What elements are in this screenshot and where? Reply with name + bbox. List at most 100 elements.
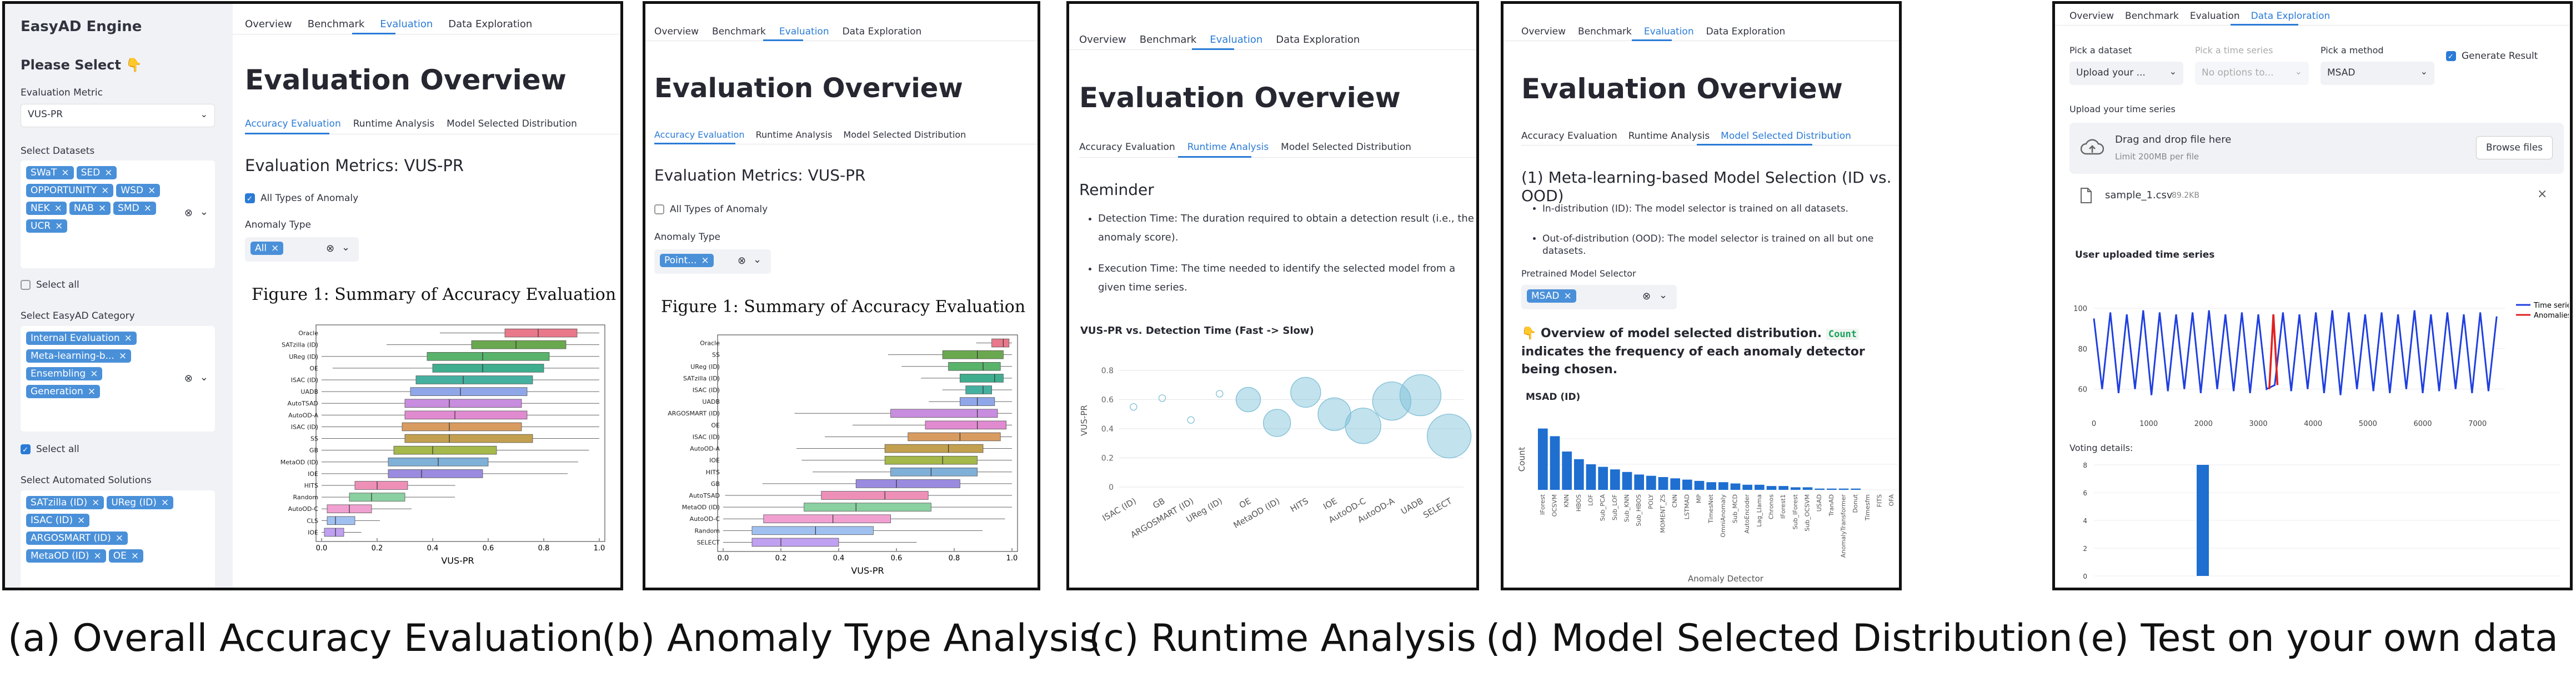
close-icon[interactable]: × (148, 185, 156, 196)
close-icon[interactable]: × (55, 220, 63, 232)
close-icon[interactable]: × (144, 203, 152, 214)
chip[interactable]: Meta-learning-b... × (26, 349, 132, 363)
dataset-select[interactable]: Upload your ... ⌄ (2069, 62, 2183, 85)
chip[interactable]: UCR × (26, 219, 68, 233)
chip[interactable]: NAB × (69, 202, 111, 215)
close-icon[interactable]: × (61, 167, 69, 178)
nav-item-overview[interactable]: Overview (654, 26, 699, 37)
chevron-down-icon[interactable]: ⌄ (342, 242, 350, 253)
chip[interactable]: All × (250, 242, 284, 255)
close-icon[interactable]: × (93, 550, 101, 561)
close-icon[interactable]: × (271, 243, 279, 254)
file-dropzone[interactable]: Drag and drop file here Limit 200MB per … (2069, 123, 2564, 174)
nav-item-evaluation[interactable]: Evaluation (1210, 34, 1262, 46)
nav-item-overview[interactable]: Overview (245, 18, 292, 30)
close-icon[interactable]: × (54, 203, 62, 214)
checkbox[interactable] (654, 204, 664, 214)
chip[interactable]: OPPORTUNITY × (26, 184, 114, 197)
close-icon[interactable]: × (104, 167, 112, 178)
checkbox-checked[interactable] (21, 444, 31, 454)
chip[interactable]: SED × (76, 166, 117, 179)
chip[interactable]: WSD × (116, 184, 161, 197)
close-icon[interactable]: × (88, 386, 96, 397)
chip[interactable]: UReg (ID) × (107, 496, 174, 509)
close-icon[interactable]: × (101, 185, 109, 196)
clear-icon[interactable]: ⊗ (738, 255, 746, 267)
solutions-multiselect[interactable]: SATzilla (ID) × UReg (ID) ×ISAC (ID) ×ARGOSM… (21, 490, 215, 588)
nav-item-evaluation[interactable]: Evaluation (779, 26, 829, 37)
close-icon[interactable]: × (116, 533, 123, 544)
tab-model-selected-distribution[interactable]: Model Selected Distribution (843, 129, 966, 140)
nav-item-data-exploration[interactable]: Data Exploration (1276, 34, 1360, 46)
chevron-down-icon[interactable]: ⌄ (753, 254, 761, 265)
chip[interactable]: Generation × (26, 385, 101, 398)
time-series-select[interactable]: No options to... ⌄ (2195, 62, 2309, 85)
chip[interactable]: OE × (108, 549, 144, 563)
nav-item-data-exploration[interactable]: Data Exploration (1706, 26, 1786, 37)
nav-item-data-exploration[interactable]: Data Exploration (2251, 11, 2331, 22)
chip[interactable]: SWaT × (26, 166, 74, 179)
generate-result-checkbox[interactable]: Generate Result (2446, 51, 2538, 62)
browse-files-button[interactable]: Browse files (2476, 136, 2553, 159)
chip[interactable]: ISAC (ID) × (26, 514, 90, 527)
close-icon[interactable]: × (161, 497, 169, 508)
tab-accuracy-evaluation[interactable]: Accuracy Evaluation (1079, 142, 1175, 153)
nav-item-benchmark[interactable]: Benchmark (308, 18, 365, 30)
tab-runtime-analysis[interactable]: Runtime Analysis (1187, 142, 1269, 153)
clear-icon[interactable]: ⊗ (1642, 290, 1651, 302)
close-icon[interactable]: × (1564, 290, 1572, 302)
nav-item-overview[interactable]: Overview (1521, 26, 1566, 37)
chip[interactable]: MSAD × (1527, 289, 1576, 303)
category-multiselect[interactable]: Internal Evaluation × Meta-learning-b... × E… (21, 326, 215, 432)
close-icon[interactable]: × (131, 550, 139, 561)
close-icon[interactable]: × (77, 515, 85, 526)
datasets-multiselect[interactable]: SWaT × SED × OPPORTUNITY × WSD × NEK × NAB × SMD × UCR… (21, 161, 215, 268)
checkbox[interactable] (21, 280, 31, 290)
close-icon[interactable]: × (90, 368, 98, 379)
checkbox-checked[interactable] (245, 193, 255, 203)
tab-runtime-analysis[interactable]: Runtime Analysis (353, 118, 434, 129)
model-selector-select[interactable]: MSAD × ⊗ ⌄ (1521, 285, 1677, 309)
chevron-down-icon[interactable]: ⌄ (200, 206, 208, 218)
method-select[interactable]: MSAD ⌄ (2321, 62, 2434, 85)
chip[interactable]: Internal Evaluation × (26, 332, 137, 345)
chip[interactable]: NEK × (26, 202, 67, 215)
nav-item-evaluation[interactable]: Evaluation (2190, 11, 2240, 22)
nav-item-benchmark[interactable]: Benchmark (1578, 26, 1632, 37)
close-icon[interactable]: × (98, 203, 106, 214)
close-icon[interactable]: × (92, 497, 99, 508)
remove-file-icon[interactable]: × (2537, 187, 2547, 201)
nav-item-evaluation[interactable]: Evaluation (380, 18, 433, 30)
close-icon[interactable]: × (701, 255, 709, 266)
nav-item-data-exploration[interactable]: Data Exploration (448, 18, 532, 30)
chip[interactable]: Point... × (660, 254, 714, 267)
tab-accuracy-evaluation[interactable]: Accuracy Evaluation (245, 118, 341, 129)
close-icon[interactable]: × (119, 350, 127, 362)
nav-item-overview[interactable]: Overview (1079, 34, 1126, 46)
tab-accuracy-evaluation[interactable]: Accuracy Evaluation (1521, 131, 1617, 142)
select-all-categories[interactable]: Select all (21, 444, 79, 455)
nav-item-overview[interactable]: Overview (2069, 11, 2114, 22)
nav-item-benchmark[interactable]: Benchmark (1140, 34, 1197, 46)
clear-icon[interactable]: ⊗ (184, 373, 193, 384)
tab-accuracy-evaluation[interactable]: Accuracy Evaluation (654, 129, 745, 140)
chip[interactable]: ARGOSMART (ID) × (26, 531, 128, 545)
chevron-down-icon[interactable]: ⌄ (200, 372, 208, 383)
tab-runtime-analysis[interactable]: Runtime Analysis (1628, 131, 1710, 142)
anomaly-type-select[interactable]: Point... × ⊗ ⌄ (654, 249, 771, 274)
tab-runtime-analysis[interactable]: Runtime Analysis (756, 129, 833, 140)
nav-item-data-exploration[interactable]: Data Exploration (843, 26, 922, 37)
nav-item-benchmark[interactable]: Benchmark (2125, 11, 2179, 22)
chip[interactable]: SMD × (113, 202, 156, 215)
chip[interactable]: MetaOD (ID) × (26, 549, 106, 563)
clear-icon[interactable]: ⊗ (184, 207, 193, 219)
tab-model-selected-distribution[interactable]: Model Selected Distribution (1281, 142, 1411, 153)
chevron-down-icon[interactable]: ⌄ (1659, 289, 1667, 301)
anomaly-type-select[interactable]: All × ⊗ ⌄ (245, 237, 359, 262)
all-types-checkbox[interactable]: All Types of Anomaly (654, 204, 768, 215)
all-types-checkbox[interactable]: All Types of Anomaly (245, 193, 358, 204)
nav-item-benchmark[interactable]: Benchmark (712, 26, 766, 37)
metric-select[interactable]: VUS-PR ⌄ (21, 104, 215, 127)
clear-icon[interactable]: ⊗ (326, 243, 334, 254)
chip[interactable]: Ensembling × (26, 367, 103, 380)
